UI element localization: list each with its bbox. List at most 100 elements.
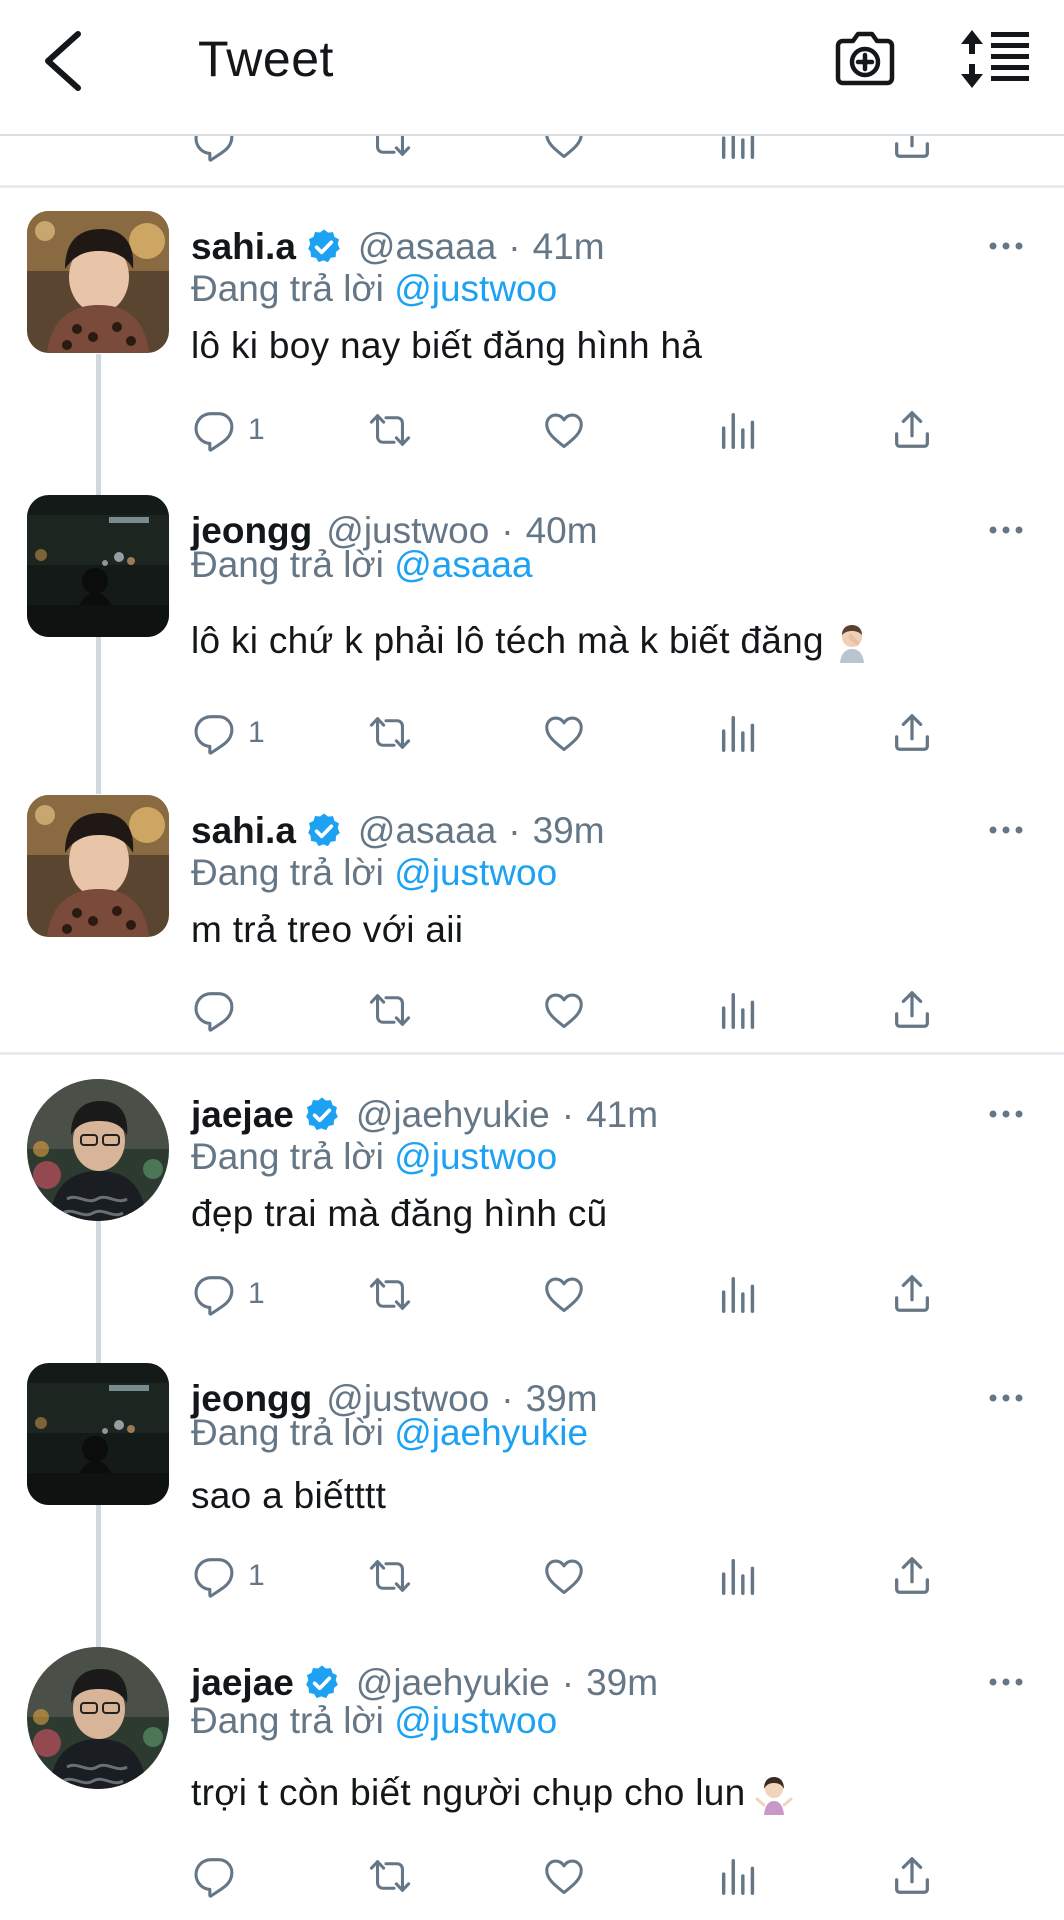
mention-link[interactable]: @asaaa — [394, 544, 532, 585]
like-button[interactable] — [541, 1548, 587, 1604]
separator-dot: · — [508, 226, 521, 267]
tweet[interactable]: jeongg @justwoo · 39m Đang trả lời @jaeh… — [0, 1360, 1064, 1642]
display-name[interactable]: jaejae — [191, 1094, 294, 1136]
share-button[interactable] — [889, 982, 935, 1038]
tweet-actions — [0, 1848, 1064, 1904]
analytics-button[interactable] — [716, 136, 762, 168]
camera-add-icon[interactable] — [832, 30, 898, 88]
chevron-left-icon[interactable] — [36, 28, 90, 94]
retweet-icon — [367, 710, 413, 756]
like-button[interactable] — [541, 136, 587, 168]
reply-button[interactable] — [192, 982, 248, 1038]
reply-button[interactable]: 1 — [192, 1548, 265, 1604]
tweet[interactable]: jaejae @jaehyukie · 41m Đang trả lời @ju… — [0, 1076, 1064, 1358]
share-button[interactable] — [889, 402, 935, 458]
avatar[interactable] — [27, 1647, 169, 1789]
avatar[interactable] — [27, 211, 169, 353]
retweet-icon — [367, 1271, 413, 1317]
timestamp: 40m — [525, 510, 598, 551]
user-handle[interactable]: @jaehyukie — [356, 1662, 550, 1704]
like-button[interactable] — [541, 1266, 587, 1322]
share-button[interactable] — [889, 1548, 935, 1604]
more-icon[interactable] — [988, 810, 1024, 850]
user-handle[interactable]: @asaaa — [358, 226, 496, 268]
reply-icon — [192, 1853, 238, 1899]
display-name[interactable]: sahi.a — [191, 810, 296, 852]
share-button[interactable] — [889, 1266, 935, 1322]
reply-button[interactable]: 1 — [192, 1266, 265, 1322]
sort-icon[interactable] — [958, 28, 1032, 90]
retweet-button[interactable] — [367, 705, 413, 761]
like-button[interactable] — [541, 705, 587, 761]
tweet[interactable]: sahi.a @asaaa · 39m Đang trả lời @justwo… — [0, 792, 1064, 1054]
separator-dot: · — [561, 1094, 575, 1135]
mention-link[interactable]: @justwoo — [394, 268, 557, 309]
tweet[interactable]: jaejae @jaehyukie · 39m Đang trả lời @ju… — [0, 1644, 1064, 1920]
analytics-button[interactable] — [716, 982, 762, 1038]
more-icon[interactable] — [988, 1094, 1024, 1134]
tweet[interactable]: jeongg @justwoo · 40m Đang trả lời @asaa… — [0, 492, 1064, 792]
tweet-actions: 1 — [0, 1266, 1064, 1322]
reply-count: 1 — [248, 413, 265, 446]
share-button[interactable] — [889, 1848, 935, 1904]
retweet-button[interactable] — [367, 1848, 413, 1904]
reply-button[interactable]: 1 — [192, 705, 265, 761]
retweet-button[interactable] — [367, 1548, 413, 1604]
user-handle[interactable]: @asaaa — [358, 810, 496, 852]
tweet[interactable]: sahi.a @asaaa · 41m Đang trả lời @justwo… — [0, 208, 1064, 490]
timestamp: 41m — [586, 1094, 659, 1135]
avatar[interactable] — [27, 1363, 169, 1505]
avatar-image — [27, 211, 169, 353]
timestamp: 39m — [532, 810, 605, 851]
reply-button[interactable] — [192, 136, 238, 168]
display-name[interactable]: jaejae — [191, 1662, 294, 1704]
analytics-button[interactable] — [716, 1848, 762, 1904]
more-icon[interactable] — [988, 510, 1024, 550]
like-button[interactable] — [541, 982, 587, 1038]
like-button[interactable] — [541, 1848, 587, 1904]
replying-to-label: Đang trả lời — [191, 852, 384, 893]
mention-link[interactable]: @justwoo — [394, 1700, 557, 1741]
retweet-icon — [367, 1853, 413, 1899]
retweet-button[interactable] — [367, 402, 413, 458]
tweet-actions: 1 — [0, 402, 1064, 458]
analytics-icon — [716, 987, 762, 1033]
share-button[interactable] — [889, 136, 935, 168]
reply-count: 1 — [248, 1277, 265, 1310]
facepalm-emoji-icon — [832, 623, 872, 663]
share-button[interactable] — [889, 705, 935, 761]
mention-link[interactable]: @justwoo — [394, 1136, 557, 1177]
user-handle[interactable]: @jaehyukie — [356, 1094, 550, 1136]
reply-button[interactable]: 1 — [192, 402, 265, 458]
share-icon — [889, 710, 935, 756]
retweet-icon — [367, 987, 413, 1033]
avatar[interactable] — [27, 1079, 169, 1221]
analytics-icon — [716, 1271, 762, 1317]
tweet-text: trợi t còn biết người chụp cho lun — [191, 1772, 794, 1815]
analytics-button[interactable] — [716, 1266, 762, 1322]
analytics-button[interactable] — [716, 1548, 762, 1604]
more-icon[interactable] — [988, 1378, 1024, 1418]
retweet-button[interactable] — [367, 136, 413, 168]
display-name[interactable]: sahi.a — [191, 226, 296, 268]
more-icon[interactable] — [988, 226, 1024, 266]
avatar[interactable] — [27, 795, 169, 937]
share-icon — [889, 136, 935, 163]
like-button[interactable] — [541, 402, 587, 458]
tweet-header: sahi.a @asaaa · 39m — [191, 808, 605, 854]
analytics-icon — [716, 136, 762, 163]
mention-link[interactable]: @jaehyukie — [394, 1412, 588, 1453]
tweet-header: sahi.a @asaaa · 41m — [191, 224, 605, 270]
reply-icon — [192, 1271, 238, 1317]
reply-button[interactable] — [192, 1848, 248, 1904]
analytics-button[interactable] — [716, 705, 762, 761]
verified-icon — [302, 1095, 342, 1135]
analytics-button[interactable] — [716, 402, 762, 458]
retweet-button[interactable] — [367, 982, 413, 1038]
verified-icon — [302, 1663, 342, 1703]
reply-icon — [192, 987, 238, 1033]
more-icon[interactable] — [988, 1662, 1024, 1702]
mention-link[interactable]: @justwoo — [394, 852, 557, 893]
avatar[interactable] — [27, 495, 169, 637]
retweet-button[interactable] — [367, 1266, 413, 1322]
